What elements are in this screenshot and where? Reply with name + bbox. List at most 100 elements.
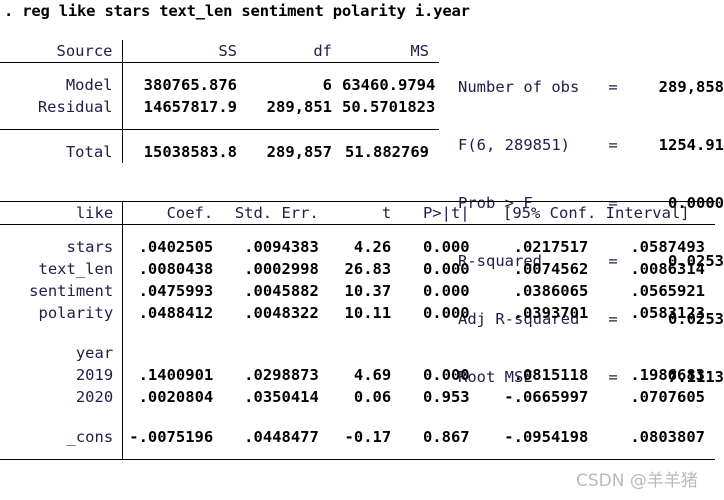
anova-row-total-ms: 51.882769 bbox=[345, 143, 429, 161]
coef-header-pvalue: P>|t| bbox=[422, 204, 470, 222]
stata-command-line: . reg like stars text_len sentiment pola… bbox=[4, 2, 470, 20]
coef-group-label-year: year bbox=[0, 342, 124, 364]
table-row: Model 380765.876 6 63460.9794 bbox=[0, 74, 439, 96]
coef-row-stars-coef: .0402505 bbox=[138, 238, 214, 256]
anova-spacer-a bbox=[0, 63, 439, 74]
equals-sign: = bbox=[608, 78, 618, 96]
coef-spacer-c bbox=[0, 408, 715, 426]
anova-table: Source SS df MS Model 380765.876 6 63460… bbox=[0, 40, 439, 163]
coef-row-year2019-label: 2019 bbox=[0, 364, 124, 386]
coef-row-stars-ci-high: .0587493 bbox=[630, 238, 705, 256]
anova-header-row: Source SS df MS bbox=[0, 40, 439, 63]
coef-row-year2019-ci-high: .1986683 bbox=[630, 366, 705, 384]
coef-row-cons-p: 0.867 bbox=[422, 428, 470, 446]
anova-header-ms: MS bbox=[410, 42, 429, 60]
coef-row-text-len-se: .0002998 bbox=[244, 260, 319, 278]
coef-row-polarity-ci-high: .0583123 bbox=[630, 304, 705, 322]
table-row: Residual 14657817.9 289,851 50.5701823 bbox=[0, 96, 439, 118]
coef-row-cons-se: .0448477 bbox=[244, 428, 319, 446]
csdn-watermark: CSDN @羊羊猪 bbox=[576, 471, 698, 491]
stat-label: Number of obs bbox=[458, 78, 580, 96]
anova-row-total-df: 289,857 bbox=[266, 143, 332, 161]
anova-row-model-label: Model bbox=[0, 74, 123, 96]
coef-row-polarity-se: .0048322 bbox=[244, 304, 319, 322]
anova-row-model-ms: 63460.9794 bbox=[342, 76, 436, 94]
coef-row-cons-coef: -.0075196 bbox=[129, 428, 214, 446]
coef-row-sentiment-coef: .0475993 bbox=[138, 282, 214, 300]
anova-row-residual-ms: 50.5701823 bbox=[342, 98, 436, 116]
coef-row-polarity-p: 0.000 bbox=[422, 304, 470, 322]
anova-row-residual-label: Residual bbox=[0, 96, 123, 118]
anova-row-residual-ss: 14657817.9 bbox=[143, 98, 237, 116]
coef-row-cons-ci-low: -.0954198 bbox=[504, 428, 589, 446]
coefficient-table: like Coef. Std. Err. t P>|t| [95% Conf. … bbox=[0, 201, 715, 460]
coef-row-year2020-t: 0.06 bbox=[353, 388, 392, 406]
coef-row-cons-t: -0.17 bbox=[344, 428, 392, 446]
table-row: stars .0402505 .0094383 4.26 0.000 .0217… bbox=[0, 236, 715, 258]
coef-row-cons-ci-high: .0803807 bbox=[630, 428, 705, 446]
coef-row-text-len-ci-low: .0074562 bbox=[513, 260, 589, 278]
table-row: Total 15038583.8 289,857 51.882769 bbox=[0, 141, 439, 163]
anova-header-df: df bbox=[313, 42, 332, 60]
anova-header-ss: SS bbox=[218, 42, 237, 60]
table-row: 2019 .1400901 .0298873 4.69 0.000 .08151… bbox=[0, 364, 715, 386]
anova-row-model-df: 6 bbox=[322, 76, 332, 94]
coef-rule-bottom bbox=[0, 459, 715, 460]
coef-header-conf-interval: [95% Conf. Interval] bbox=[503, 204, 690, 222]
stat-f-statistic: F(6, 289851) = 1254.91 bbox=[458, 134, 724, 156]
coef-header-t: t bbox=[381, 204, 392, 222]
coef-spacer-d bbox=[0, 448, 715, 460]
coef-row-year2020-p: 0.953 bbox=[422, 388, 470, 406]
coef-row-text-len-label: text_len bbox=[0, 258, 124, 280]
coef-spacer-b bbox=[0, 324, 715, 342]
coef-row-year2020-label: 2020 bbox=[0, 386, 124, 408]
anova-row-total-ss: 15038583.8 bbox=[143, 143, 237, 161]
coef-row-polarity-coef: .0488412 bbox=[138, 304, 214, 322]
coef-row-sentiment-p: 0.000 bbox=[422, 282, 470, 300]
table-row: _cons -.0075196 .0448477 -0.17 0.867 -.0… bbox=[0, 426, 715, 448]
table-row: text_len .0080438 .0002998 26.83 0.000 .… bbox=[0, 258, 715, 280]
coef-row-stars-label: stars bbox=[0, 236, 124, 258]
coef-row-cons-label: _cons bbox=[0, 426, 124, 448]
anova-row-total-label: Total bbox=[0, 141, 123, 163]
anova-header-source: Source bbox=[0, 40, 123, 63]
coef-row-year2019-t: 4.69 bbox=[353, 366, 392, 384]
coef-row-polarity-ci-low: .0393701 bbox=[513, 304, 589, 322]
coef-row-polarity-label: polarity bbox=[0, 302, 124, 324]
stat-number-of-obs: Number of obs = 289,858 bbox=[458, 76, 724, 98]
stat-value: 289,858 bbox=[658, 78, 724, 96]
coef-row-stars-ci-low: .0217517 bbox=[513, 238, 589, 256]
coef-row-polarity-t: 10.11 bbox=[344, 304, 392, 322]
equals-sign: = bbox=[608, 136, 618, 154]
anova-spacer-c bbox=[0, 130, 439, 141]
coef-row-sentiment-ci-low: .0386065 bbox=[513, 282, 589, 300]
coef-row-text-len-t: 26.83 bbox=[344, 260, 392, 278]
coef-row-stars-p: 0.000 bbox=[422, 238, 470, 256]
coef-header-depvar: like bbox=[0, 202, 124, 225]
table-row: sentiment .0475993 .0045882 10.37 0.000 … bbox=[0, 280, 715, 302]
stat-label: F(6, 289851) bbox=[458, 136, 570, 154]
coef-spacer-a bbox=[0, 225, 715, 236]
coef-row-year2020-ci-low: -.0665997 bbox=[504, 388, 589, 406]
coef-row-stars-se: .0094383 bbox=[244, 238, 319, 256]
table-row: polarity .0488412 .0048322 10.11 0.000 .… bbox=[0, 302, 715, 324]
anova-row-residual-df: 289,851 bbox=[266, 98, 332, 116]
table-row: 2020 .0020804 .0350414 0.06 0.953 -.0665… bbox=[0, 386, 715, 408]
anova-row-model-ss: 380765.876 bbox=[143, 76, 237, 94]
coef-row-sentiment-label: sentiment bbox=[0, 280, 124, 302]
coef-row-year2019-se: .0298873 bbox=[244, 366, 319, 384]
coef-row-text-len-ci-high: .0086314 bbox=[630, 260, 705, 278]
coef-row-stars-t: 4.26 bbox=[353, 238, 392, 256]
coef-row-year2020-ci-high: .0707605 bbox=[630, 388, 705, 406]
coef-header-row: like Coef. Std. Err. t P>|t| [95% Conf. … bbox=[0, 202, 715, 225]
coef-row-sentiment-t: 10.37 bbox=[344, 282, 392, 300]
coef-row-year2019-ci-low: .0815118 bbox=[513, 366, 589, 384]
coef-row-year2019-coef: .1400901 bbox=[138, 366, 214, 384]
stat-value: 1254.91 bbox=[658, 136, 724, 154]
coef-row-year2020-se: .0350414 bbox=[244, 388, 319, 406]
anova-spacer-b bbox=[0, 118, 439, 130]
coef-row-text-len-coef: .0080438 bbox=[138, 260, 214, 278]
coef-header-std-err: Std. Err. bbox=[234, 204, 319, 222]
coef-group-label-row: year bbox=[0, 342, 715, 364]
coef-row-sentiment-se: .0045882 bbox=[244, 282, 319, 300]
